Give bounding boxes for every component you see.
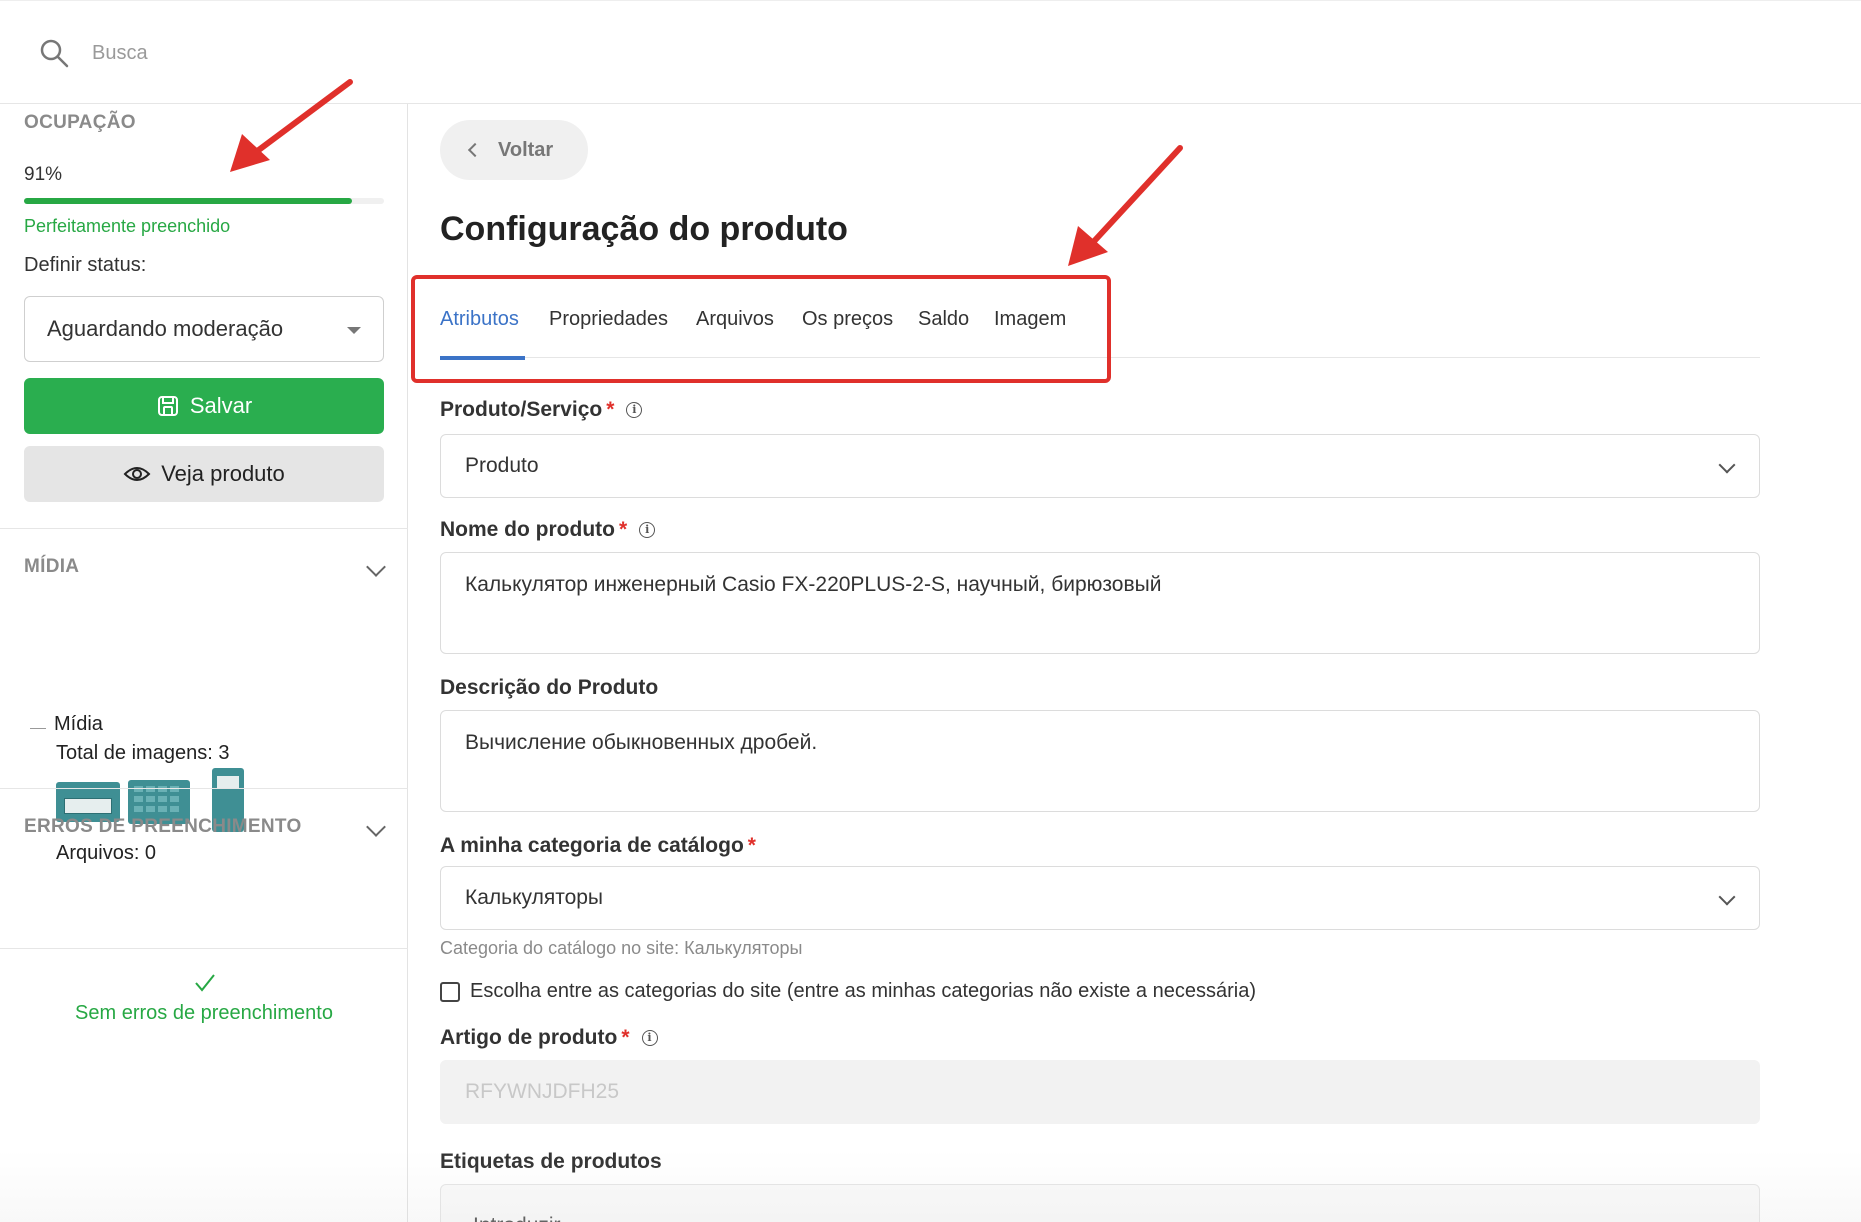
view-product-label: Veja produto [161,461,285,486]
status-label: Definir status: [24,254,147,276]
tags-placeholder: Introduzir [465,1214,561,1222]
chevron-down-icon [1718,456,1736,474]
occupancy-progress-bar [24,198,384,204]
eye-icon [123,467,151,481]
category-label-text: A minha categoria de catálogo [440,834,744,857]
calculator-display-icon [217,776,239,788]
status-select-value: Aguardando moderação [47,316,284,341]
tags-label: Etiquetas de produtos [440,1150,662,1173]
floppy-disk-icon [157,396,178,416]
info-icon[interactable]: i [641,1030,658,1046]
required-mark: * [618,518,628,541]
required-mark: * [747,834,756,857]
check-icon [195,974,215,992]
search-icon[interactable] [38,37,70,69]
divider [0,788,408,789]
top-search-bar [0,0,1861,104]
tab-bar: Atributos Propriedades Arquivos Os preço… [440,290,1760,358]
caret-down-icon [347,327,361,334]
article-label: Artigo de produto * i [440,1026,658,1050]
tab-saldo[interactable]: Saldo [918,308,969,331]
article-label-text: Artigo de produto [440,1026,618,1049]
tab-arquivos[interactable]: Arquivos [696,308,774,331]
category-hint: Categoria do catálogo no site: Калькулят… [440,938,803,958]
description-value: Вычисление обыкновенных дробей. [465,731,818,754]
search-input[interactable] [92,35,692,71]
occupancy-title: OCUPAÇÃO [24,112,136,133]
tab-os-precos[interactable]: Os preços [802,308,893,331]
media-total-images: Total de imagens: 3 [56,742,230,764]
tree-line [30,728,46,729]
tab-propriedades[interactable]: Propriedades [549,308,668,331]
description-label: Descrição do Produto [440,676,659,699]
tab-atributos[interactable]: Atributos [440,308,519,331]
errors-title: ERROS DE PREENCHIMENTO [24,816,302,837]
choose-site-category-checkbox[interactable] [440,981,460,1002]
calculator-display-icon [64,798,112,814]
category-value: Калькуляторы [465,886,604,909]
occupancy-progress-fill [24,198,352,204]
article-field: RFYWNJDFH25 [440,1060,1760,1124]
media-node-label: Mídia [54,713,103,735]
tab-imagem[interactable]: Imagem [994,308,1066,331]
media-title: MÍDIA [24,556,80,577]
product-service-select[interactable]: Produto [440,434,1760,498]
info-icon[interactable]: i [626,402,643,418]
choose-site-category-label: Escolha entre as categorias do site (ent… [470,980,1256,1002]
save-button[interactable]: Salvar [24,378,384,434]
status-select[interactable]: Aguardando moderação [24,296,384,362]
product-service-label: Produto/Serviço * i [440,398,643,422]
product-name-label: Nome do produto * i [440,518,656,542]
description-field[interactable]: Вычисление обыкновенных дробей. [440,710,1760,812]
view-product-button[interactable]: Veja produto [24,446,384,502]
product-service-value: Produto [465,454,539,477]
media-collapse-chevron-icon[interactable] [366,557,386,577]
active-tab-indicator [440,356,525,360]
info-icon[interactable]: i [639,522,656,538]
red-arrow-icon [1068,145,1183,266]
product-name-label-text: Nome do produto [440,518,615,541]
page-title: Configuração do produto [440,210,848,248]
chevron-left-icon [467,142,483,158]
divider [0,528,408,529]
category-select[interactable]: Калькуляторы [440,866,1760,930]
media-files-count: Arquivos: 0 [56,842,157,864]
required-mark: * [606,398,615,421]
product-name-field[interactable]: Калькулятор инженерный Casio FX-220PLUS-… [440,552,1760,654]
back-button-label: Voltar [498,138,554,161]
sidebar: OCUPAÇÃO 91% Perfeitamente preenchido De… [0,104,408,1222]
errors-collapse-chevron-icon[interactable] [366,817,386,837]
choose-site-category-row[interactable]: Escolha entre as categorias do site (ent… [440,980,1256,1003]
article-value: RFYWNJDFH25 [465,1080,620,1103]
product-service-label-text: Produto/Serviço [440,398,603,421]
occupancy-percent: 91% [24,164,63,185]
occupancy-status: Perfeitamente preenchido [24,216,231,236]
required-mark: * [621,1026,630,1049]
divider [0,948,408,949]
chevron-down-icon [1718,888,1736,906]
save-button-label: Salvar [189,393,253,418]
product-name-value: Калькулятор инженерный Casio FX-220PLUS-… [465,573,1162,596]
tags-field[interactable]: Introduzir [440,1184,1760,1222]
category-label: A minha categoria de catálogo * [440,834,756,858]
back-button[interactable]: Voltar [440,120,588,180]
no-errors-message: Sem erros de preenchimento [75,1002,333,1024]
